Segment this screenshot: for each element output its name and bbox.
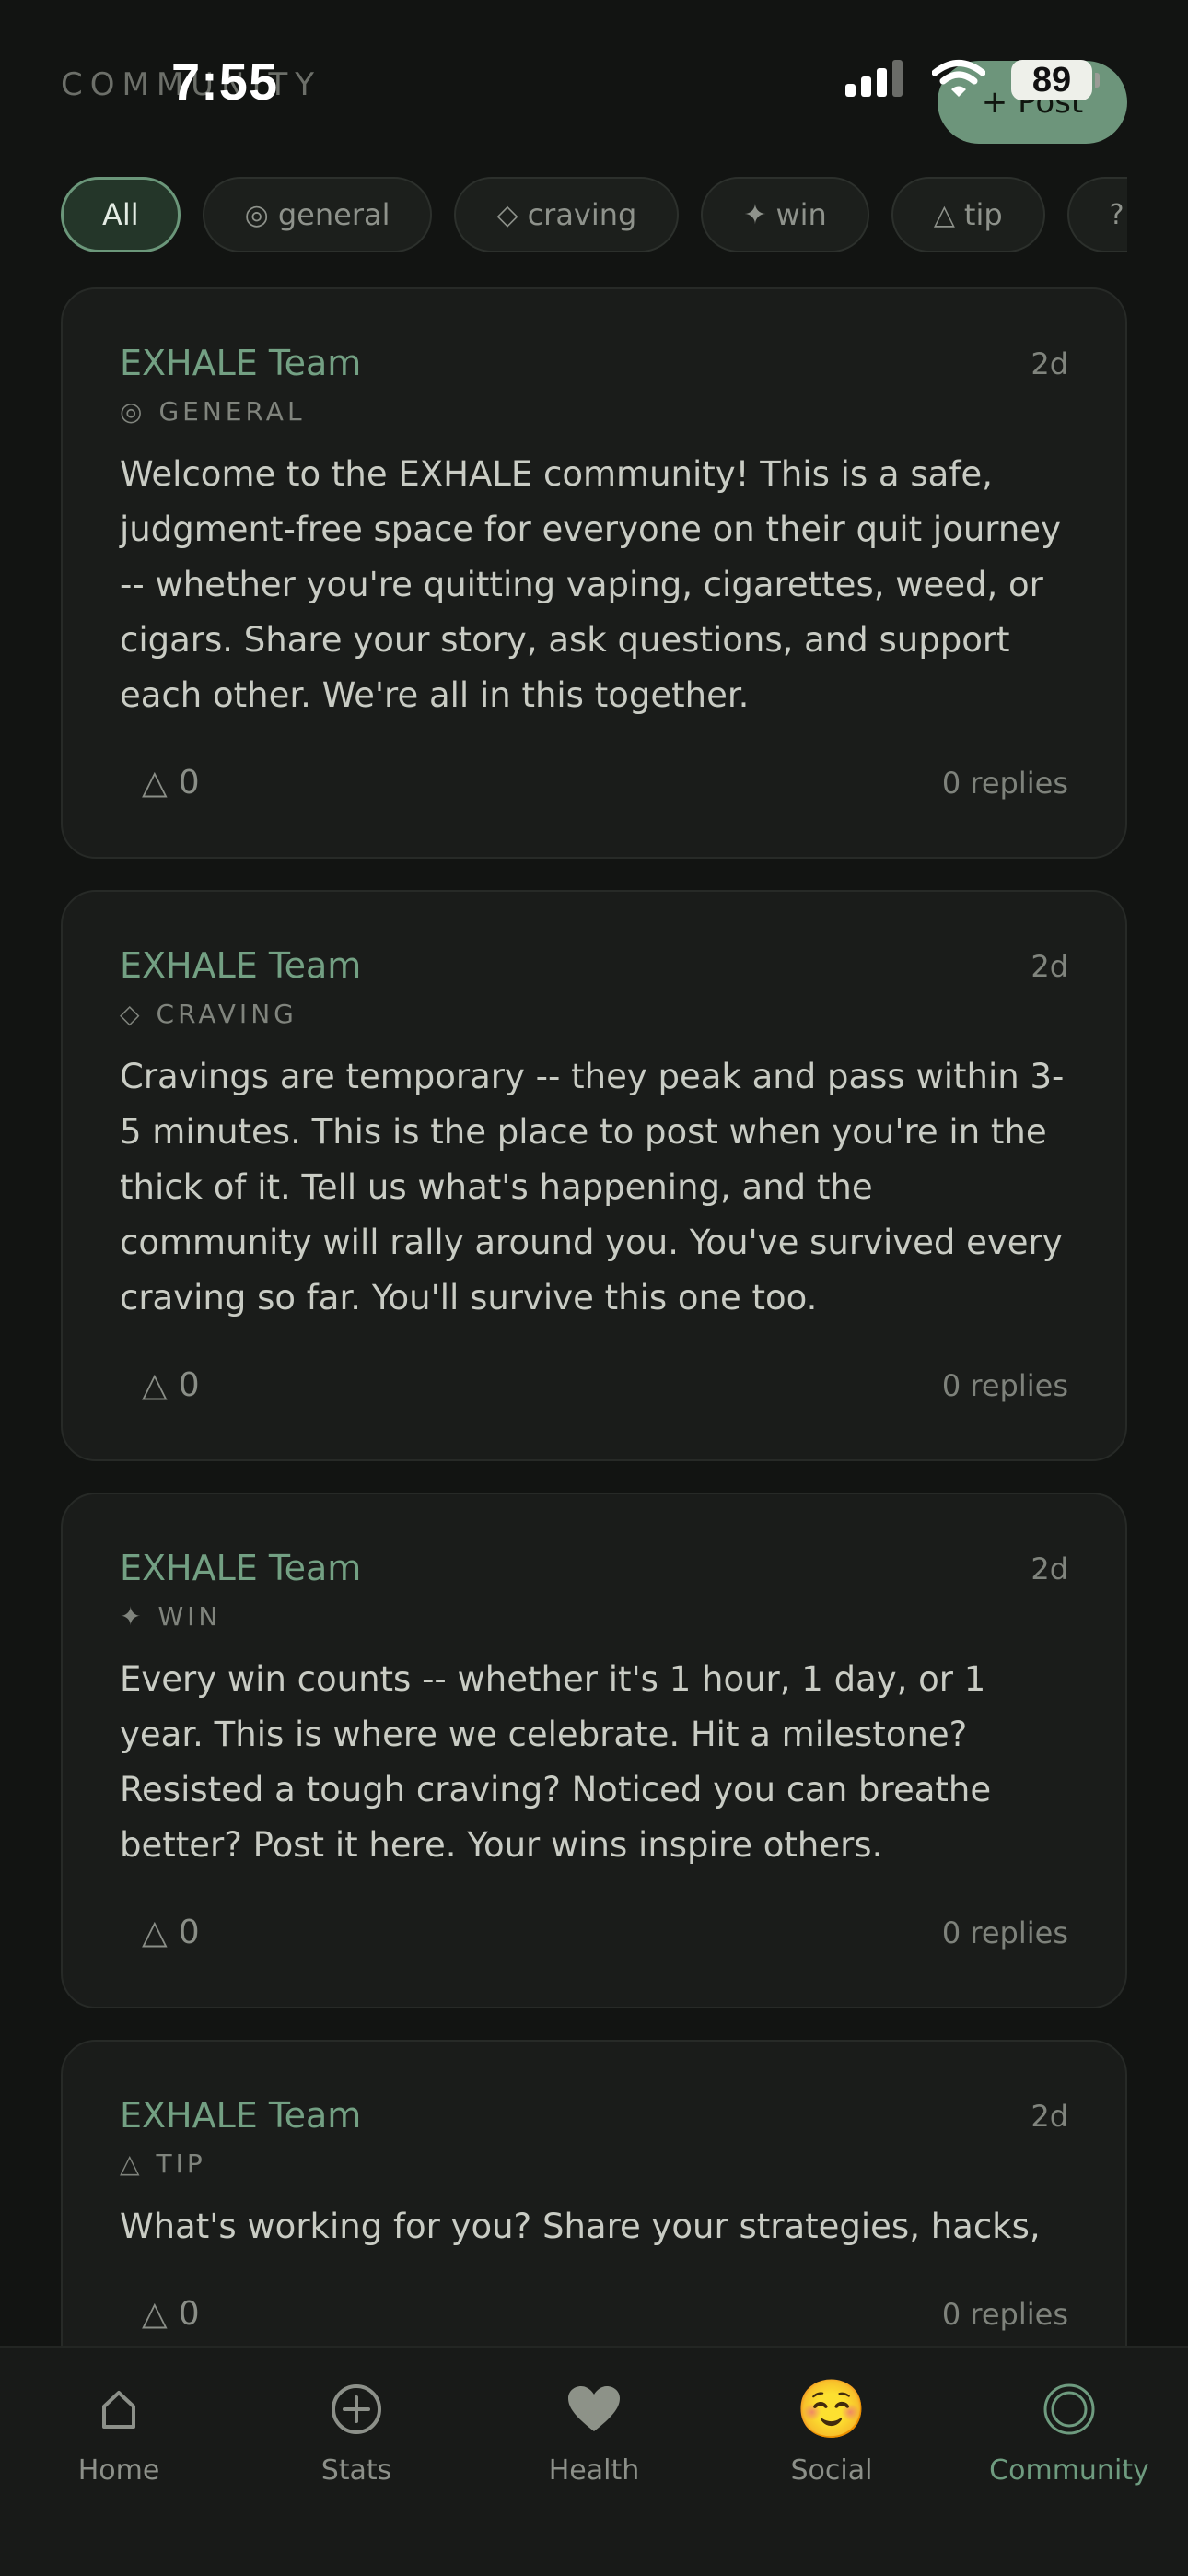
filter-chip-label: tip (963, 197, 1003, 232)
status-time: 7:55 (171, 53, 279, 111)
replies-link[interactable]: 0 replies (942, 766, 1068, 801)
replies-link[interactable]: 0 replies (942, 2297, 1068, 2332)
like-count: 0 (178, 2295, 200, 2333)
cellular-signal-icon (845, 60, 906, 100)
filter-chip-label: general (277, 197, 390, 232)
sparkle-icon: ✦ (743, 198, 767, 231)
diamond-icon: ◇ (496, 198, 518, 231)
post-category-label: WIN (157, 1601, 222, 1632)
post-category: △ TIP (120, 2149, 1068, 2179)
post-time: 2d (1031, 949, 1068, 984)
question-icon: ? (1109, 198, 1124, 231)
ring-icon (1042, 2375, 1096, 2443)
post-body: Cravings are temporary -- they peak and … (120, 1057, 1065, 1317)
tab-label: Social (790, 2454, 873, 2487)
post-feed: EXHALE Team 2d ◎ GENERAL Welcome to the … (61, 287, 1127, 2421)
status-icons: 89 (845, 59, 1100, 101)
post-category: ◇ CRAVING (120, 999, 1068, 1029)
like-count: 0 (178, 1914, 200, 1951)
like-count: 0 (178, 1366, 200, 1404)
like-button[interactable]: △ 0 (142, 2295, 200, 2333)
filter-chip-label: win (775, 197, 827, 232)
tab-stats[interactable]: Stats (238, 2348, 475, 2576)
post-card[interactable]: EXHALE Team 2d ◎ GENERAL Welcome to the … (61, 287, 1127, 859)
tab-health[interactable]: Health (475, 2348, 713, 2576)
triangle-icon: △ (142, 1366, 168, 1404)
post-category: ✦ WIN (120, 1601, 1068, 1632)
wifi-icon (931, 59, 986, 101)
tab-social[interactable]: ☺️ Social (713, 2348, 950, 2576)
replies-link[interactable]: 0 replies (942, 1915, 1068, 1950)
replies-link[interactable]: 0 replies (942, 1368, 1068, 1403)
like-button[interactable]: △ 0 (142, 764, 200, 802)
community-screen: 7:55 89 COMMUNITY + Post All ◎ general ◇… (0, 0, 1188, 2576)
post-author[interactable]: EXHALE Team (120, 945, 361, 986)
post-card[interactable]: EXHALE Team 2d ✦ WIN Every win counts --… (61, 1493, 1127, 2008)
post-author[interactable]: EXHALE Team (120, 2095, 361, 2136)
post-category-label: GENERAL (158, 396, 306, 427)
post-card[interactable]: EXHALE Team 2d △ TIP What's working for … (61, 2040, 1127, 2390)
triangle-icon: △ (120, 2149, 144, 2179)
post-author[interactable]: EXHALE Team (120, 343, 361, 383)
sparkle-icon: ✦ (120, 1601, 146, 1632)
post-time: 2d (1031, 346, 1068, 381)
circle-target-icon: ◎ (244, 198, 269, 231)
post-body: Welcome to the EXHALE community! This is… (120, 454, 1061, 715)
tab-community[interactable]: Community (950, 2348, 1188, 2576)
filter-chip-all[interactable]: All (61, 177, 181, 252)
post-body: What's working for you? Share your strat… (120, 2207, 1041, 2246)
tab-label: Community (989, 2454, 1149, 2487)
tab-home[interactable]: Home (0, 2348, 238, 2576)
post-body: Every win counts -- whether it's 1 hour,… (120, 1659, 992, 1865)
post-category-label: TIP (156, 2149, 206, 2179)
filter-chip-craving[interactable]: ◇ craving (454, 177, 680, 252)
post-author[interactable]: EXHALE Team (120, 1548, 361, 1588)
triangle-icon: △ (142, 764, 168, 802)
battery-indicator: 89 (1011, 60, 1100, 100)
home-icon (100, 2375, 137, 2443)
triangle-icon: △ (142, 1914, 168, 1951)
post-time: 2d (1031, 2099, 1068, 2134)
filter-chip-label: craving (527, 197, 637, 232)
bottom-tab-bar: Home Stats Health ☺️ Social Community (0, 2346, 1188, 2576)
filter-chip-tip[interactable]: △ tip (891, 177, 1045, 252)
post-category-label: CRAVING (156, 999, 297, 1029)
filter-chip-general[interactable]: ◎ general (202, 177, 433, 252)
tab-label: Home (77, 2454, 160, 2487)
diamond-icon: ◇ (120, 999, 144, 1029)
tab-label: Stats (320, 2454, 392, 2487)
post-time: 2d (1031, 1551, 1068, 1587)
smiling-face-emoji-icon: ☺️ (796, 2375, 868, 2442)
like-button[interactable]: △ 0 (142, 1366, 200, 1404)
filter-chip-label: All (102, 197, 139, 232)
triangle-icon: △ (142, 2295, 168, 2333)
tab-label: Health (548, 2454, 640, 2487)
heart-icon (567, 2375, 621, 2443)
like-button[interactable]: △ 0 (142, 1914, 200, 1951)
category-filter-bar: All ◎ general ◇ craving ✦ win △ tip ? (61, 177, 1127, 254)
post-card[interactable]: EXHALE Team 2d ◇ CRAVING Cravings are te… (61, 890, 1127, 1461)
post-category: ◎ GENERAL (120, 396, 1068, 427)
plus-circle-icon (330, 2375, 383, 2443)
filter-chip-win[interactable]: ✦ win (701, 177, 869, 252)
triangle-icon: △ (933, 198, 955, 231)
filter-chip-question[interactable]: ? (1066, 177, 1127, 252)
circle-target-icon: ◎ (120, 396, 146, 427)
like-count: 0 (178, 764, 200, 802)
